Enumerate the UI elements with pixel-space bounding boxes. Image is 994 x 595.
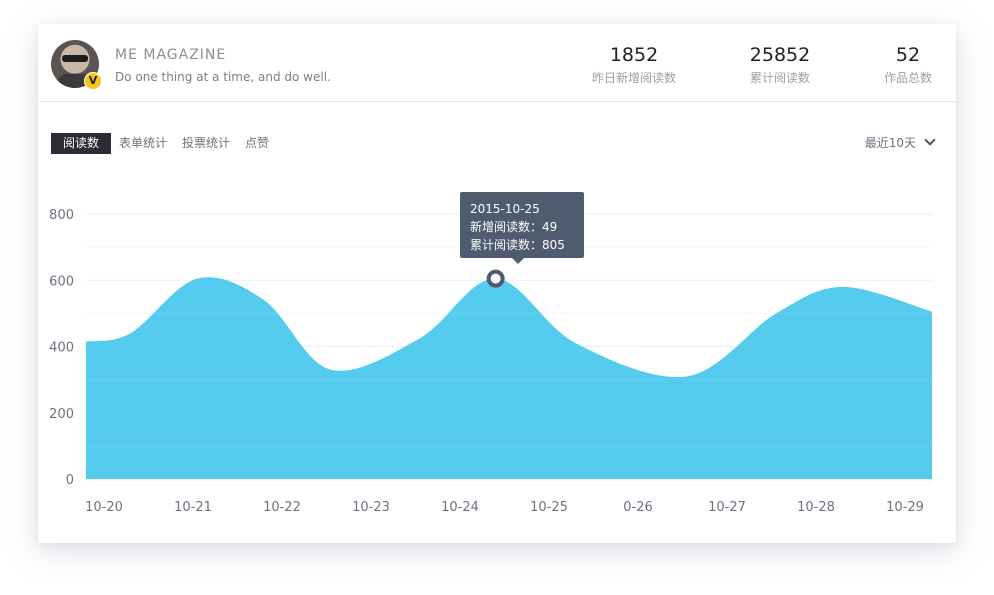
y-tick-label: 600 — [49, 274, 74, 289]
y-tick-label: 400 — [49, 341, 74, 356]
x-tick-label: 10-28 — [797, 500, 835, 515]
x-tick-label: 10-27 — [708, 500, 746, 515]
chart-tooltip: 2015-10-25 新增阅读数：49 累计阅读数：805 — [460, 192, 584, 264]
y-tick-label: 800 — [49, 208, 74, 223]
x-tick-label: 10-24 — [441, 500, 479, 515]
y-tick-label: 0 — [66, 473, 74, 488]
x-tick-label: 10-21 — [174, 500, 212, 515]
tooltip-new-reads: 新增阅读数：49 — [470, 220, 558, 234]
x-tick-label: 10-29 — [886, 500, 924, 515]
x-tick-label: 0-26 — [623, 500, 653, 515]
y-tick-label: 200 — [49, 407, 74, 422]
dashboard-card: V ME MAGAZINE Do one thing at a time, an… — [38, 24, 956, 543]
tooltip-date: 2015-10-25 — [470, 202, 540, 216]
tooltip-total-reads: 累计阅读数：805 — [470, 238, 565, 252]
highlight-point — [486, 269, 505, 288]
x-tick-label: 10-25 — [530, 500, 568, 515]
area-chart: 0 200 400 600 800 10-20 10-21 10-22 10-23 10-24 10… — [49, 208, 932, 515]
x-tick-label: 10-22 — [263, 500, 301, 515]
x-tick-label: 10-23 — [352, 500, 390, 515]
x-tick-label: 10-20 — [85, 500, 123, 515]
series-area — [86, 277, 932, 479]
